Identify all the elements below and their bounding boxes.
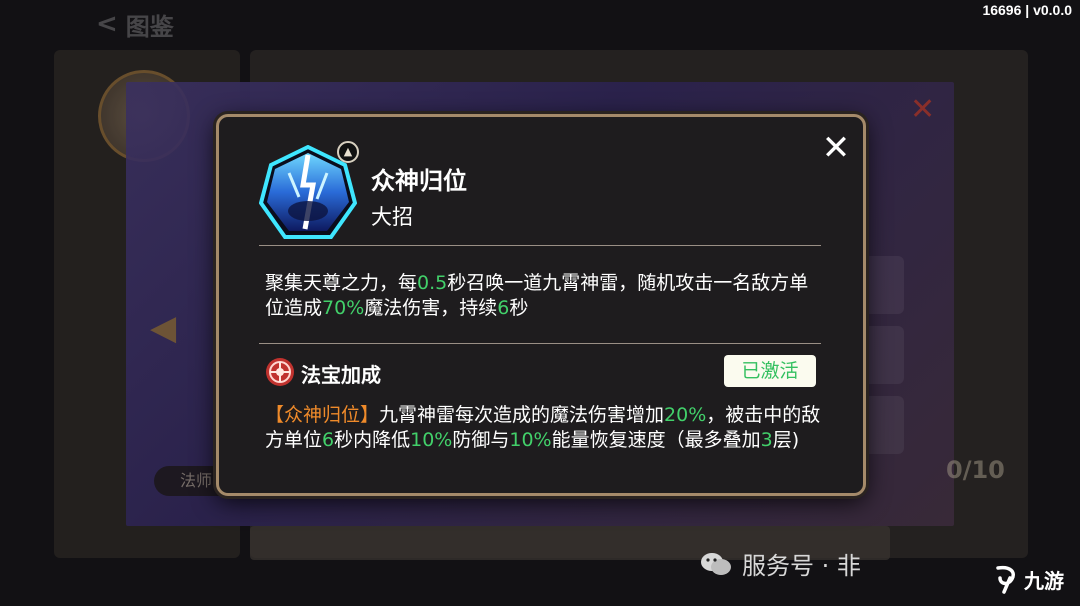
skill-name: 众神归位 bbox=[371, 167, 467, 195]
nine-game-logo-icon bbox=[996, 565, 1015, 594]
treasure-bonus-title: 法宝加成 bbox=[301, 363, 381, 387]
watermark: 服务号 · 非 bbox=[700, 546, 861, 581]
wechat-icon bbox=[701, 552, 731, 575]
page-title: 图鉴 bbox=[125, 12, 174, 41]
brand-logo: 九游 bbox=[992, 564, 1064, 594]
background-close-icon: ✕ bbox=[910, 92, 936, 127]
brand-logo-text: 九游 bbox=[1024, 568, 1064, 593]
skill-type: 大招 bbox=[371, 205, 413, 229]
treasure-medallion-icon bbox=[265, 357, 295, 387]
skill-detail-modal: ✕ ▲ 众神归位 大招 聚集天尊之力，每0.5秒召唤一道九霄神雷，随机攻击一名敌… bbox=[216, 114, 866, 496]
prev-arrow-icon[interactable]: ◀ bbox=[150, 308, 176, 348]
collection-counter: 0/10 bbox=[946, 456, 1005, 484]
treasure-bonus-text: 【众神归位】九霄神雷每次造成的魔法伤害增加20%，被击中的敌方单位6秒内降低10… bbox=[265, 404, 821, 451]
divider bbox=[259, 343, 821, 344]
watermark-text: 服务号 · 非 bbox=[742, 552, 861, 580]
back-icon[interactable]: < bbox=[96, 9, 118, 39]
skill-description: 聚集天尊之力，每0.5秒召唤一道九霄神雷，随机攻击一名敌方单位造成70%魔法伤害… bbox=[265, 272, 809, 319]
status-badge: 已激活 bbox=[724, 355, 816, 387]
close-icon[interactable]: ✕ bbox=[819, 131, 853, 167]
divider bbox=[259, 245, 821, 246]
level-up-icon: ▲ bbox=[337, 141, 359, 163]
page-header: < 图鉴 bbox=[96, 6, 174, 42]
version-label: 16696 | v0.0.0 bbox=[982, 2, 1072, 18]
